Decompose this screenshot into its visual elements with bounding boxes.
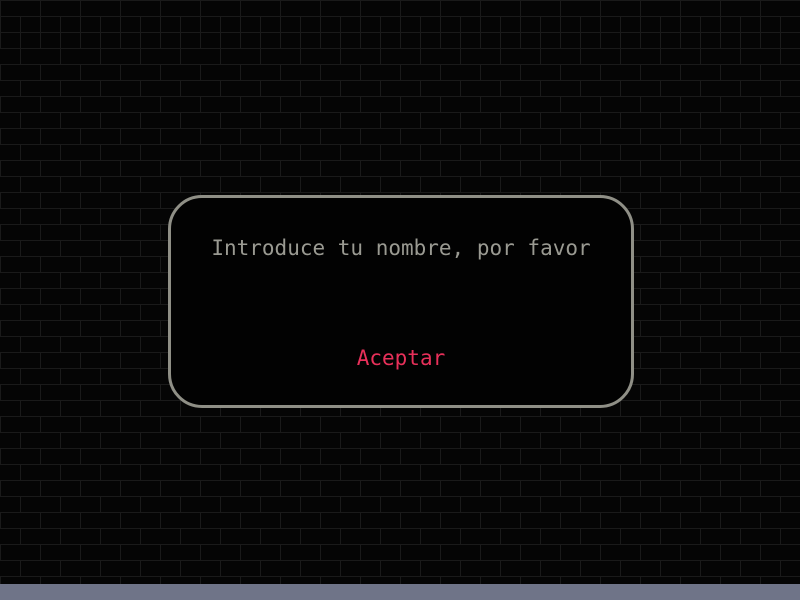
name-input[interactable] [231, 284, 575, 318]
game-screen: Introduce tu nombre, por favor Aceptar [0, 0, 800, 600]
name-entry-dialog: Introduce tu nombre, por favor Aceptar [168, 195, 634, 408]
bottom-bar [0, 584, 800, 600]
name-prompt: Introduce tu nombre, por favor [211, 236, 591, 260]
accept-button[interactable]: Aceptar [321, 342, 481, 374]
